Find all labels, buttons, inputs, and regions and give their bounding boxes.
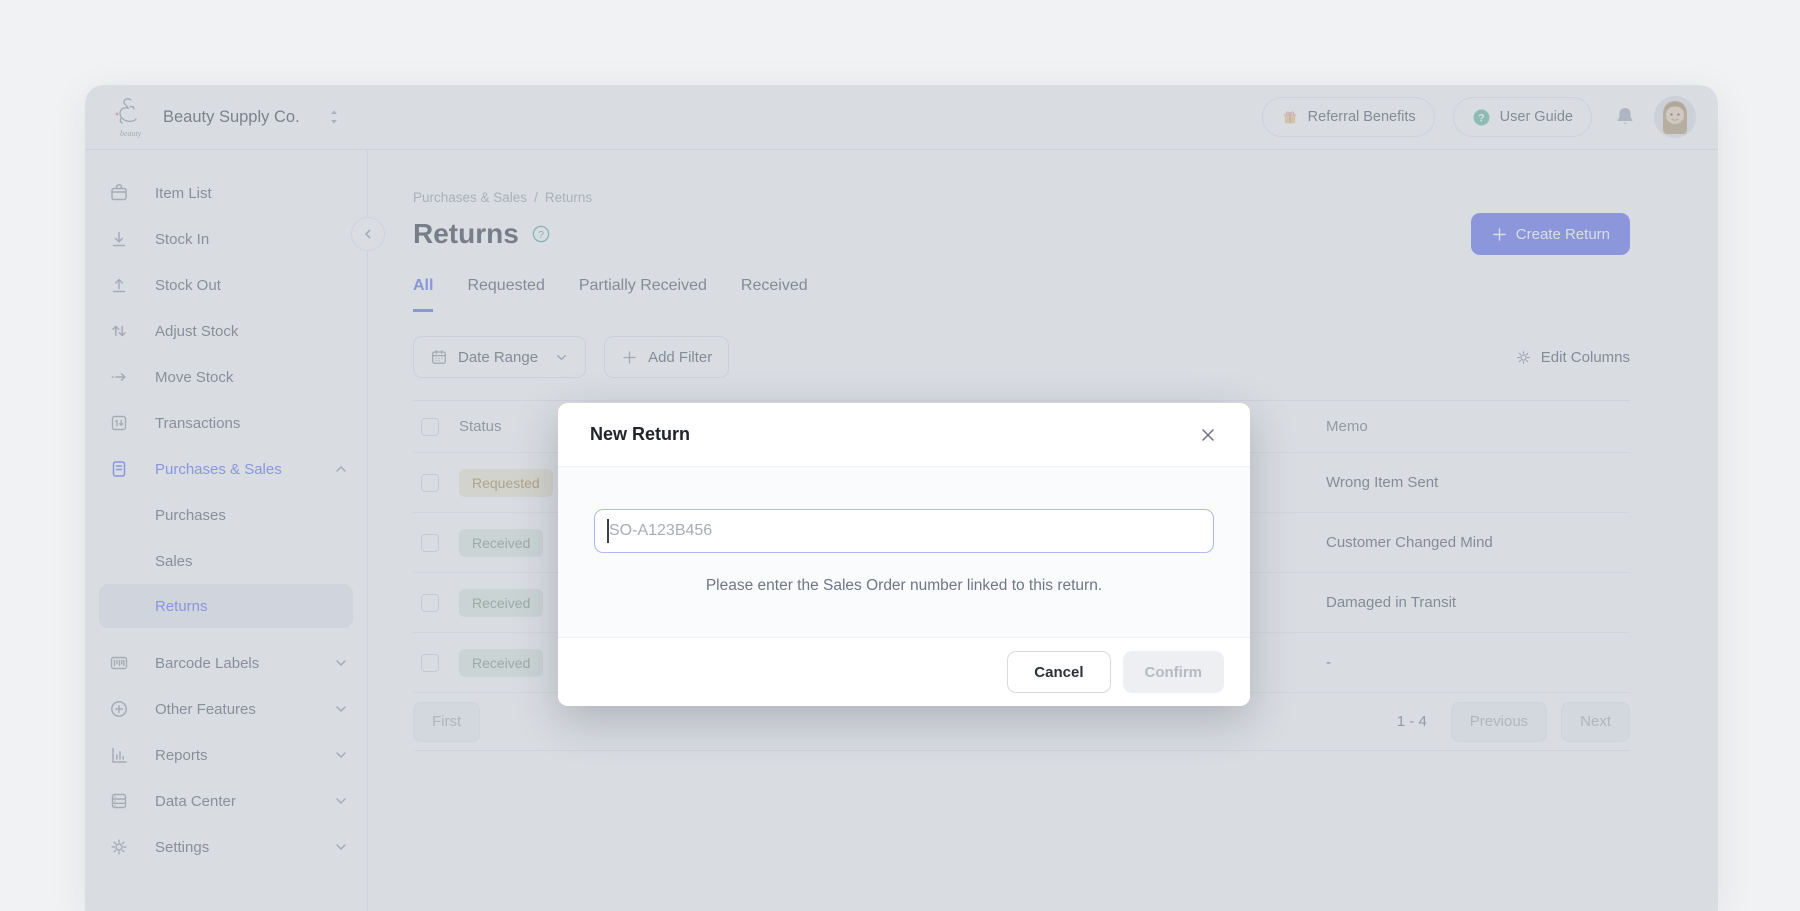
sales-order-input[interactable] (594, 509, 1214, 553)
confirm-button[interactable]: Confirm (1123, 651, 1225, 693)
modal-helper-text: Please enter the Sales Order number link… (594, 577, 1214, 595)
close-icon[interactable] (1198, 425, 1218, 445)
new-return-modal: New Return Please enter the Sales Order … (558, 403, 1250, 706)
cancel-button[interactable]: Cancel (1007, 651, 1110, 693)
text-caret (607, 519, 609, 543)
modal-title: New Return (590, 424, 690, 445)
